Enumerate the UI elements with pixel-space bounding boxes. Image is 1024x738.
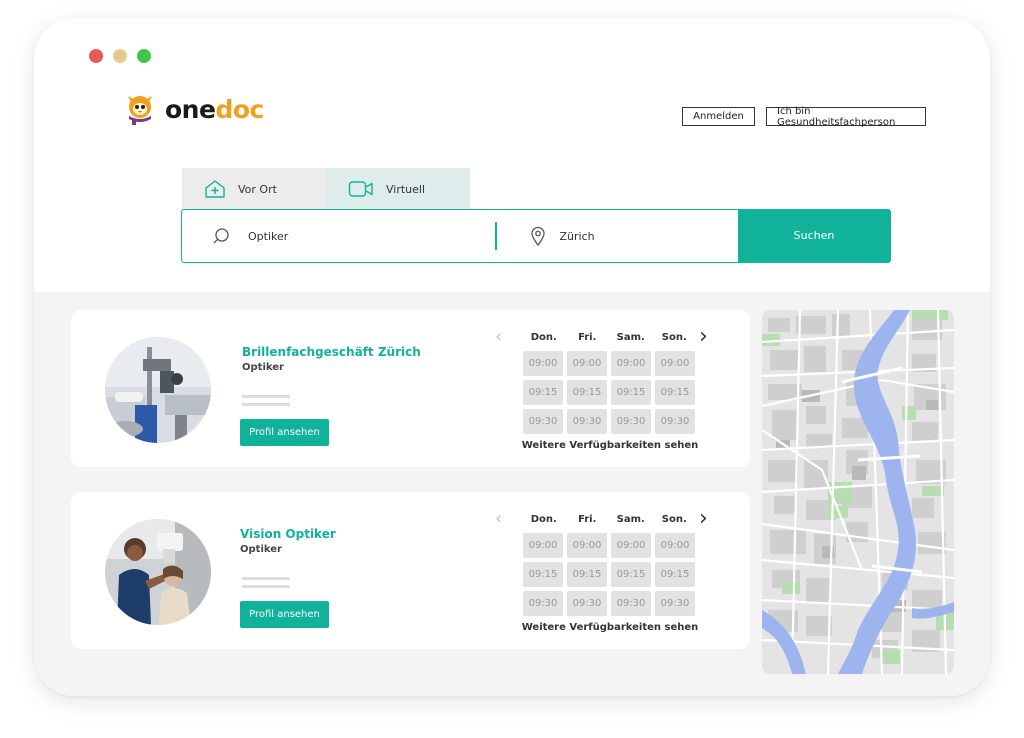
- time-slot[interactable]: 09:15: [523, 562, 563, 587]
- weekday-label: Son.: [661, 332, 687, 343]
- time-slot[interactable]: 09:15: [655, 562, 695, 587]
- time-slot[interactable]: 09:30: [523, 591, 563, 616]
- result-card: Brillenfachgeschäft Zürich Optiker Profi…: [71, 310, 750, 467]
- time-slot[interactable]: 09:15: [567, 562, 607, 587]
- time-slot[interactable]: 09:00: [611, 533, 651, 558]
- placeholder-line: [242, 395, 290, 398]
- time-slot[interactable]: 09:00: [611, 351, 651, 376]
- tab-label: Virtuell: [386, 182, 426, 196]
- next-dates-icon[interactable]: ›: [699, 324, 708, 349]
- time-slot[interactable]: 09:00: [523, 351, 563, 376]
- search-query-field[interactable]: Optiker: [182, 210, 495, 262]
- provider-photo: [105, 519, 211, 625]
- house-plus-icon: [205, 180, 225, 198]
- weekday-header: Don. Fri. Sam. Son.: [522, 514, 696, 525]
- time-slot[interactable]: 09:15: [567, 380, 607, 405]
- weekday-label: Son.: [661, 514, 687, 525]
- prev-dates-icon[interactable]: ‹: [495, 508, 502, 529]
- results-area: Brillenfachgeschäft Zürich Optiker Profi…: [34, 292, 990, 696]
- time-slot-grid: 09:00 09:00 09:00 09:00 09:15 09:15 09:1…: [523, 533, 695, 616]
- search-mode-tabs: Vor Ort Virtuell: [182, 168, 470, 210]
- prev-dates-icon[interactable]: ‹: [495, 326, 502, 347]
- location-field[interactable]: Zürich: [497, 210, 595, 262]
- tab-virtuell[interactable]: Virtuell: [326, 168, 470, 210]
- location-pin-icon: [530, 226, 545, 246]
- time-slot[interactable]: 09:15: [655, 380, 695, 405]
- video-camera-icon: [348, 181, 373, 197]
- placeholder-line: [242, 403, 290, 406]
- search-input[interactable]: Optiker: [248, 230, 288, 243]
- placeholder-line: [242, 577, 290, 580]
- maximize-dot[interactable]: [137, 49, 151, 63]
- logo-text: onedoc: [165, 94, 264, 124]
- time-slot[interactable]: 09:00: [567, 533, 607, 558]
- minimize-dot[interactable]: [113, 49, 127, 63]
- tab-vor-ort[interactable]: Vor Ort: [182, 168, 326, 210]
- more-availability-link[interactable]: Weitere Verfügbarkeiten sehen: [520, 440, 700, 451]
- time-slot[interactable]: 09:00: [567, 351, 607, 376]
- window-controls: [89, 49, 151, 63]
- time-slot[interactable]: 09:30: [655, 409, 695, 434]
- time-slot[interactable]: 09:15: [611, 562, 651, 587]
- weekday-label: Sam.: [616, 514, 645, 525]
- placeholder-line: [242, 585, 290, 588]
- weekday-label: Fri.: [578, 514, 597, 525]
- mascot-icon: [128, 96, 152, 125]
- weekday-label: Sam.: [616, 332, 645, 343]
- time-slot[interactable]: 09:00: [523, 533, 563, 558]
- time-slot[interactable]: 09:00: [655, 533, 695, 558]
- time-slot[interactable]: 09:00: [655, 351, 695, 376]
- provider-name[interactable]: Vision Optiker: [240, 527, 336, 541]
- page-header: onedoc Anmelden Ich bin Gesundheitsfachp…: [34, 18, 990, 292]
- more-availability-link[interactable]: Weitere Verfügbarkeiten sehen: [520, 622, 700, 633]
- weekday-label: Don.: [530, 332, 557, 343]
- onedoc-logo[interactable]: onedoc: [123, 92, 264, 126]
- weekday-label: Fri.: [578, 332, 597, 343]
- results-map[interactable]: [762, 310, 954, 674]
- search-button[interactable]: Suchen: [737, 208, 891, 263]
- time-slot[interactable]: 09:30: [611, 591, 651, 616]
- provider-category: Optiker: [242, 362, 284, 373]
- time-slot[interactable]: 09:15: [523, 380, 563, 405]
- close-dot[interactable]: [89, 49, 103, 63]
- professional-button[interactable]: Ich bin Gesundheitsfachperson: [766, 106, 926, 128]
- time-slot-grid: 09:00 09:00 09:00 09:00 09:15 09:15 09:1…: [523, 351, 695, 434]
- provider-name[interactable]: Brillenfachgeschäft Zürich: [242, 345, 421, 359]
- result-card: Vision Optiker Optiker Profil ansehen ‹ …: [71, 492, 750, 649]
- weekday-label: Don.: [530, 514, 557, 525]
- time-slot[interactable]: 09:30: [611, 409, 651, 434]
- provider-photo: [105, 337, 211, 443]
- time-slot[interactable]: 09:15: [611, 380, 651, 405]
- login-button[interactable]: Anmelden: [682, 107, 755, 126]
- profile-button[interactable]: Profil ansehen: [240, 601, 329, 628]
- time-slot[interactable]: 09:30: [567, 591, 607, 616]
- profile-button[interactable]: Profil ansehen: [240, 419, 329, 446]
- time-slot[interactable]: 09:30: [523, 409, 563, 434]
- provider-category: Optiker: [240, 544, 282, 555]
- weekday-header: Don. Fri. Sam. Son.: [522, 332, 696, 343]
- tab-label: Vor Ort: [238, 182, 277, 196]
- search-bar: Optiker Zürich Suchen: [181, 208, 891, 263]
- search-icon: [213, 228, 229, 244]
- time-slot[interactable]: 09:30: [655, 591, 695, 616]
- time-slot[interactable]: 09:30: [567, 409, 607, 434]
- next-dates-icon[interactable]: ›: [699, 506, 708, 531]
- browser-window: onedoc Anmelden Ich bin Gesundheitsfachp…: [34, 18, 990, 696]
- location-input[interactable]: Zürich: [560, 230, 595, 243]
